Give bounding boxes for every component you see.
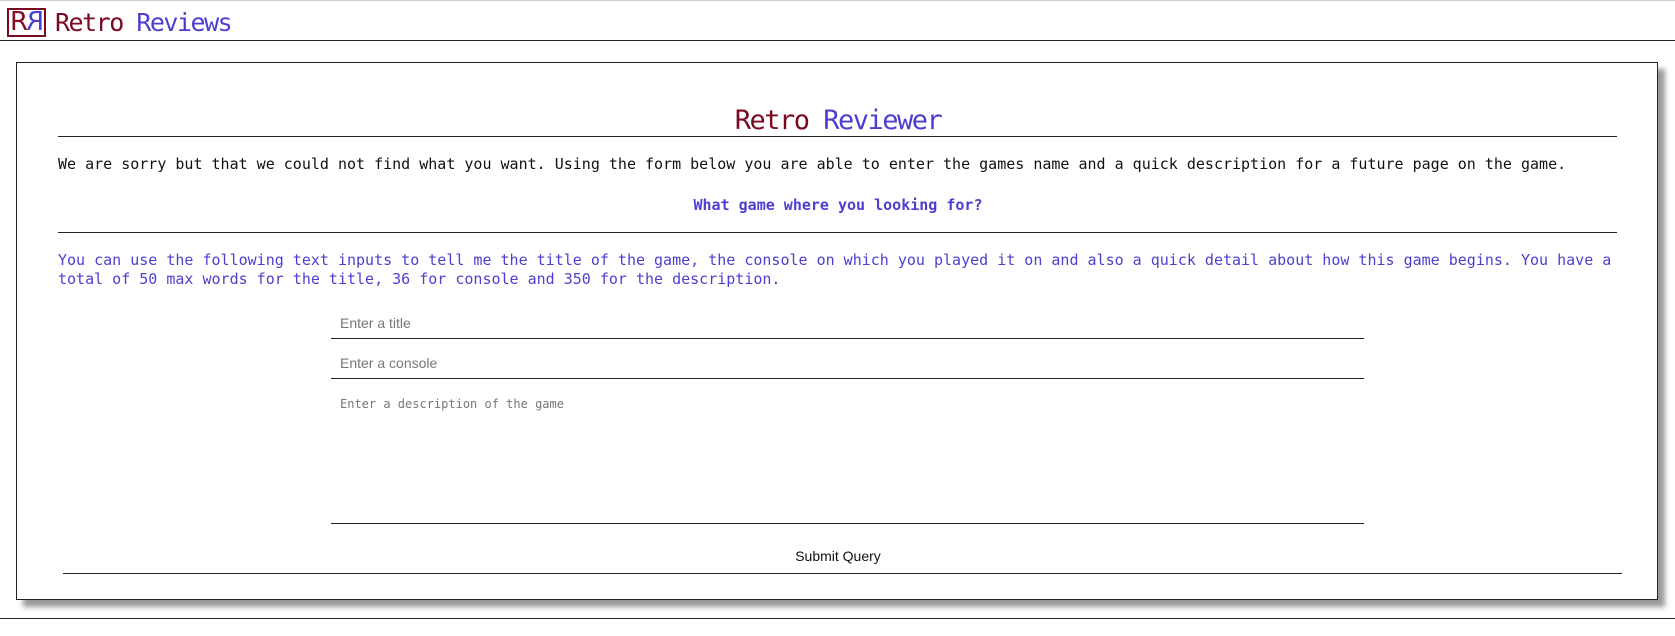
- not-found-message: We are sorry but that we could not find …: [58, 155, 1567, 173]
- form-question-heading: What game where you looking for?: [693, 196, 983, 214]
- description-textarea[interactable]: [331, 389, 1364, 524]
- site-brand-link[interactable]: Retro Reviews: [55, 8, 233, 38]
- logo-letter-right-mirrored: R: [26, 7, 45, 37]
- page-title: Retro Reviewer: [17, 103, 1659, 139]
- brand-word-retro: Retro: [55, 8, 124, 37]
- site-header: R R Retro Reviews: [0, 0, 1675, 41]
- title-word-reviewer: Reviewer: [823, 105, 943, 136]
- submit-query-button[interactable]: Submit Query: [767, 545, 909, 567]
- logo[interactable]: R R: [7, 7, 46, 37]
- title-input[interactable]: [331, 308, 1364, 339]
- game-request-card: Retro Reviewer We are sorry but that we …: [16, 62, 1658, 600]
- page-bottom-rule: [0, 618, 1675, 619]
- section-divider: [58, 232, 1617, 233]
- form-instructions: You can use the following text inputs to…: [58, 251, 1612, 288]
- brand-word-reviews: Reviews: [136, 8, 232, 37]
- form-bottom-divider: [63, 573, 1622, 574]
- title-divider: [58, 136, 1617, 137]
- title-word-retro: Retro: [734, 105, 810, 136]
- console-input[interactable]: [331, 348, 1364, 379]
